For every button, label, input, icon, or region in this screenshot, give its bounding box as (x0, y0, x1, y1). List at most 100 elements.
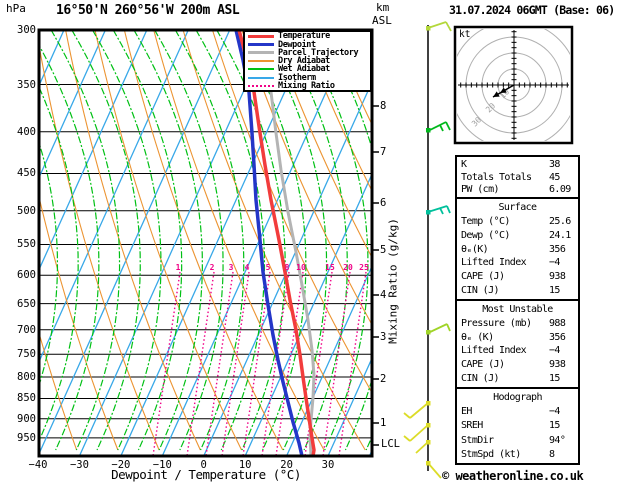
row-value: 938 (549, 359, 566, 371)
row-value: −4 (549, 406, 560, 418)
table-row: EH −4 (457, 406, 578, 417)
km-tick-8: 8 (380, 100, 387, 112)
pressure-tick-650: 650 (17, 297, 36, 310)
table-most-unstable: Most Unstable Pressure (mb) 988 θₑ (K) 356 Li… (455, 299, 580, 389)
row-label: SREH (461, 420, 483, 432)
pressure-unit-label: hPa (6, 2, 26, 15)
pressure-tick-900: 900 (17, 412, 36, 425)
row-value: −4 (549, 345, 560, 357)
table-row: Dewp (°C) 24.1 (457, 230, 578, 241)
pressure-tick-400: 400 (17, 125, 36, 138)
altitude-unit-asl: ASL (372, 14, 392, 27)
row-value: 988 (549, 317, 566, 329)
mixing-ratio-label-2: 2 (209, 263, 215, 272)
table-row: Temp (°C) 25.6 (457, 216, 578, 227)
pressure-tick-700: 700 (17, 323, 36, 336)
mixing-ratio-label-1: 1 (175, 263, 181, 272)
temp-tick-20: 20 (280, 459, 293, 471)
km-tick-5: 5 (380, 244, 387, 256)
mixing-ratio-label-20: 20 (343, 263, 353, 272)
pressure-tick-750: 750 (17, 348, 36, 361)
pressure-tick-800: 800 (17, 371, 36, 384)
mixing-ratio-label-5: 5 (265, 263, 271, 272)
table-row: CIN (J) 15 (457, 285, 578, 296)
row-value: 15 (549, 285, 560, 297)
km-tick-3: 3 (380, 331, 387, 343)
km-tick-6: 6 (380, 197, 387, 209)
table-row: SREH 15 (457, 420, 578, 431)
altitude-unit-km: km (376, 1, 390, 14)
table-row: Pressure (mb) 988 (457, 318, 578, 329)
mixing-ratio-label-25: 25 (359, 263, 369, 272)
table-row: PW (cm) 6.09 (457, 184, 578, 195)
pressure-tick-950: 950 (17, 431, 36, 444)
row-label: Totals Totals (461, 171, 532, 183)
legend-item-mixing-ratio: Mixing Ratio (245, 82, 370, 90)
table-row: StmSpd (kt) 8 (457, 449, 578, 460)
km-tick-1: 1 (380, 417, 387, 429)
temp-tick--20: −20 (111, 459, 131, 471)
temp-tick--30: −30 (69, 459, 89, 471)
row-value: 45 (549, 171, 560, 183)
table-row: θₑ(K) 356 (457, 244, 578, 255)
table-row: Lifted Index −4 (457, 257, 578, 268)
pressure-tick-350: 350 (17, 78, 36, 91)
temp-tick-10: 10 (238, 459, 252, 471)
row-label: CIN (J) (461, 373, 500, 385)
table-surface: Surface Temp (°C) 25.6 Dewp (°C) 24.1 θₑ(K) 35… (455, 197, 580, 301)
table-header-most-unstable: Most Unstable (482, 303, 553, 315)
temp-tick-0: 0 (200, 459, 207, 471)
km-tick-7: 7 (380, 146, 387, 158)
legend-swatch-isotherm (248, 76, 274, 79)
station-title: 16°50'N 260°56'W 200m ASL (56, 3, 240, 18)
mixing-ratio-label-15: 15 (325, 263, 335, 272)
row-value: 15 (549, 420, 560, 432)
datetime-label: 31.07.2024 06GMT (Base: 06) (449, 3, 615, 17)
row-value: 24.1 (549, 229, 571, 241)
row-value: 38 (549, 158, 560, 170)
legend: Temperature Dewpoint Parcel Trajectory Dry … (243, 30, 372, 92)
row-value: 94° (549, 434, 566, 446)
pressure-tick-550: 550 (17, 238, 36, 251)
mixing-ratio-axis-label: Mixing Ratio (g/kg) (386, 218, 400, 344)
table-row: K 38 (457, 159, 578, 170)
lcl-label: LCL (381, 438, 400, 450)
table-row: CIN (J) 15 (457, 373, 578, 384)
row-value: 25.6 (549, 215, 571, 227)
row-value: 356 (549, 243, 566, 255)
row-label: EH (461, 406, 472, 418)
skewt-sounding-screen: 10 20 30 hPa 16°50'N 260°56'W 200m ASL km … (0, 0, 629, 486)
table-row: θₑ (K) 356 (457, 332, 578, 343)
table-hodograph: Hodograph EH −4 SREH 15 StmDir 94° StmSpd (kt) 8 (455, 387, 580, 465)
table-row: CAPE (J) 938 (457, 359, 578, 370)
copyright: © weatheronline.co.uk (442, 469, 584, 483)
km-tick-2: 2 (380, 373, 387, 385)
table-row: CAPE (J) 938 (457, 271, 578, 282)
temp-tick--40: −40 (28, 459, 48, 471)
table-row: Lifted Index −4 (457, 345, 578, 356)
row-label: CIN (J) (461, 285, 500, 297)
legend-swatch-parcel-trajectory (248, 51, 274, 55)
table-header-surface: Surface (498, 201, 538, 213)
legend-swatch-wet-adiabat (248, 68, 274, 71)
legend-swatch-mixing-ratio (248, 84, 274, 87)
row-label: StmSpd (kt) (461, 448, 521, 460)
legend-label: Mixing Ratio (278, 80, 335, 91)
row-value: 6.09 (549, 184, 571, 196)
pressure-tick-600: 600 (17, 269, 36, 282)
mixing-ratio-label-8: 8 (284, 263, 290, 272)
row-value: 938 (549, 271, 566, 283)
mixing-ratio-label-4: 4 (244, 263, 250, 272)
legend-swatch-dewpoint (248, 43, 274, 46)
pressure-tick-850: 850 (17, 392, 36, 405)
row-value: 356 (549, 331, 566, 343)
pressure-tick-450: 450 (17, 167, 36, 180)
table-row: Totals Totals 45 (457, 172, 578, 183)
temp-tick--10: −10 (152, 459, 172, 471)
row-label: Lifted Index (461, 257, 527, 269)
legend-swatch-temperature (248, 34, 274, 38)
row-value: 15 (549, 373, 560, 385)
temp-tick-30: 30 (321, 459, 335, 471)
legend-swatch-dry-adiabat (248, 60, 274, 62)
table-row: StmDir 94° (457, 435, 578, 446)
